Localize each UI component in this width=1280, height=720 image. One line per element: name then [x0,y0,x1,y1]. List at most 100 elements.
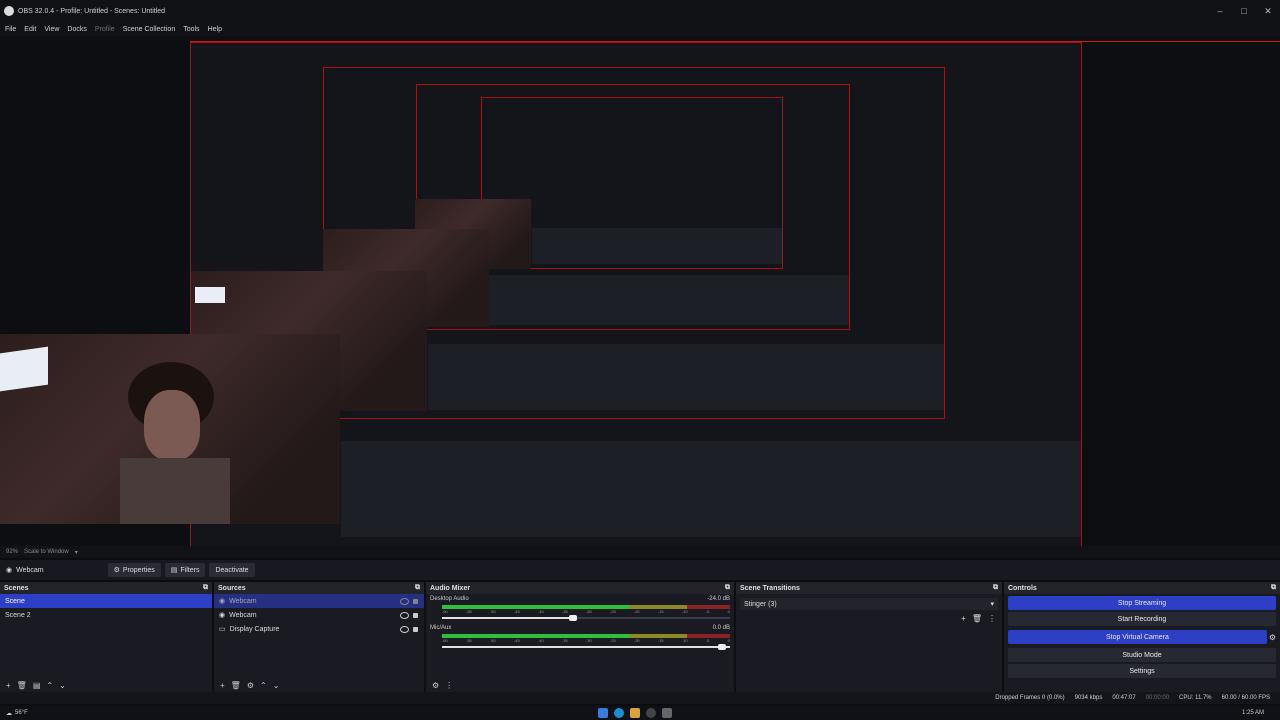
stop-streaming-button[interactable]: Stop Streaming [1008,596,1276,610]
audio-channel-db: -24.0 dB [707,596,730,602]
lock-icon[interactable] [413,612,418,618]
explorer-icon[interactable] [629,708,640,718]
zoom-level[interactable]: 92% [6,549,18,555]
scale-dropdown-icon[interactable]: ▾ [75,549,78,556]
controls-dock: Controls ⧉ Stop Streaming Start Recordin… [1004,582,1280,692]
program-preview[interactable] [0,36,1280,546]
scenes-dock: Scenes ⧉ Scene Scene 2 + 🗑 ▤ ⌃ ⌄ [0,582,214,692]
volume-slider[interactable] [442,644,730,650]
scene-item[interactable]: Scene 2 [0,608,212,622]
move-up-icon[interactable]: ⌃ [260,681,267,690]
transition-select[interactable]: Stinger (3) ▾ [740,598,998,610]
cpu-usage: CPU: 11.7% [1179,695,1212,701]
dock-menu-icon[interactable]: ⧉ [725,584,730,592]
volume-knob[interactable] [568,615,577,621]
add-icon[interactable]: + [220,681,225,690]
webcam-shirt [120,458,230,524]
webcam-source[interactable] [0,334,340,524]
webcam-icon: ◉ [6,567,13,574]
controls-header: Controls ⧉ [1004,582,1280,594]
audio-channel-db: 0.0 dB [712,625,730,631]
properties-button[interactable]: ⚙ Properties [107,563,161,577]
menu-bar: File Edit View Docks Profile Scene Colle… [0,22,1280,36]
add-icon[interactable]: + [961,614,966,623]
menu-scene-collection[interactable]: Scene Collection [123,26,176,33]
status-bar: Dropped Frames 0 (0.0%) 9034 kbps 00:47:… [0,692,1280,704]
source-label: Webcam [229,611,257,619]
start-recording-button[interactable]: Start Recording [1008,612,1276,626]
sources-title: Sources [218,584,246,592]
visibility-icon[interactable] [400,625,409,633]
context-source-name: Webcam [16,566,44,574]
gear-icon[interactable]: ⚙ [1269,633,1276,642]
more-icon[interactable]: ⋮ [988,614,996,623]
properties-label: Properties [122,566,155,574]
menu-edit[interactable]: Edit [24,26,36,33]
scale-mode[interactable]: Scale to Window [24,549,69,555]
taskbar-apps [28,708,1242,718]
nested-dock-area-3 [489,275,849,325]
obs-icon[interactable] [645,708,656,718]
nested-light [195,287,225,303]
move-up-icon[interactable]: ⌃ [46,681,53,690]
transitions-dock: Scene Transitions ⧉ Stinger (3) ▾ + 🗑 ⋮ [736,582,1004,692]
gear-icon[interactable]: ⚙ [432,681,439,690]
stop-virtual-camera-button[interactable]: Stop Virtual Camera [1008,630,1267,644]
nested-dock-area [341,441,1081,537]
dock-menu-icon[interactable]: ⧉ [993,584,998,592]
source-item[interactable]: ◉ Webcam [214,608,424,622]
dock-menu-icon[interactable]: ⧉ [203,584,208,592]
filters-button[interactable]: ▤ Filters [164,563,206,577]
deactivate-button[interactable]: Deactivate [209,563,255,577]
audio-mixer-title: Audio Mixer [430,584,471,592]
minimize-button[interactable]: – [1208,0,1232,22]
dock-menu-icon[interactable]: ⧉ [415,584,420,592]
menu-file[interactable]: File [5,26,16,33]
menu-profile[interactable]: Profile [95,26,115,33]
add-icon[interactable]: + [6,681,11,690]
scenes-title: Scenes [4,584,29,592]
audio-channel-name: Desktop Audio [430,596,469,602]
preview-status-row: 92% Scale to Window ▾ [0,546,1280,558]
app-icon[interactable] [661,708,672,718]
scenes-toolbar: + 🗑 ▤ ⌃ ⌄ [0,678,66,692]
clock[interactable]: 1:25 AM [1242,710,1264,716]
menu-view[interactable]: View [44,26,59,33]
sources-dock: Sources ⧉ ◉ Webcam ◉ Webcam ▭ Display Ca… [214,582,426,692]
more-icon[interactable]: ⋮ [445,681,453,690]
source-label: Display Capture [229,625,280,633]
visibility-icon[interactable] [400,611,409,619]
lock-icon[interactable] [413,626,418,632]
settings-button[interactable]: Settings [1008,664,1276,678]
trash-icon[interactable]: 🗑 [972,614,982,623]
menu-help[interactable]: Help [208,26,222,33]
webcam-icon: ◉ [219,598,226,605]
scene-item[interactable]: Scene [0,594,212,608]
audio-channel-name: Mic/Aux [430,625,452,631]
menu-docks[interactable]: Docks [67,26,86,33]
dock-menu-icon[interactable]: ⧉ [1271,584,1276,592]
filter-icon[interactable]: ▤ [33,681,41,690]
virtual-camera-row: Stop Virtual Camera ⚙ [1004,628,1280,646]
source-item[interactable]: ▭ Display Capture [214,622,424,636]
trash-icon[interactable]: 🗑 [231,681,241,690]
maximize-button[interactable]: □ [1232,0,1256,22]
menu-tools[interactable]: Tools [183,26,199,33]
audio-channel-label-row: Desktop Audio -24.0 dB [430,596,730,604]
gear-icon[interactable]: ⚙ [247,681,254,690]
volume-slider[interactable] [442,615,730,621]
stream-time: 00:47:07 [1112,695,1136,701]
close-button[interactable]: ✕ [1256,0,1280,22]
weather-icon[interactable]: ☁ [6,710,12,717]
edge-icon[interactable] [613,708,624,718]
visibility-icon[interactable] [400,597,409,605]
source-item[interactable]: ◉ Webcam [214,594,424,608]
windows-start-icon[interactable] [597,708,608,718]
studio-mode-button[interactable]: Studio Mode [1008,648,1276,662]
weather-temp[interactable]: 56°F [15,710,28,716]
volume-knob[interactable] [718,644,727,650]
move-down-icon[interactable]: ⌄ [273,681,280,690]
trash-icon[interactable]: 🗑 [17,681,27,690]
lock-icon[interactable] [413,598,418,604]
move-down-icon[interactable]: ⌄ [59,681,66,690]
